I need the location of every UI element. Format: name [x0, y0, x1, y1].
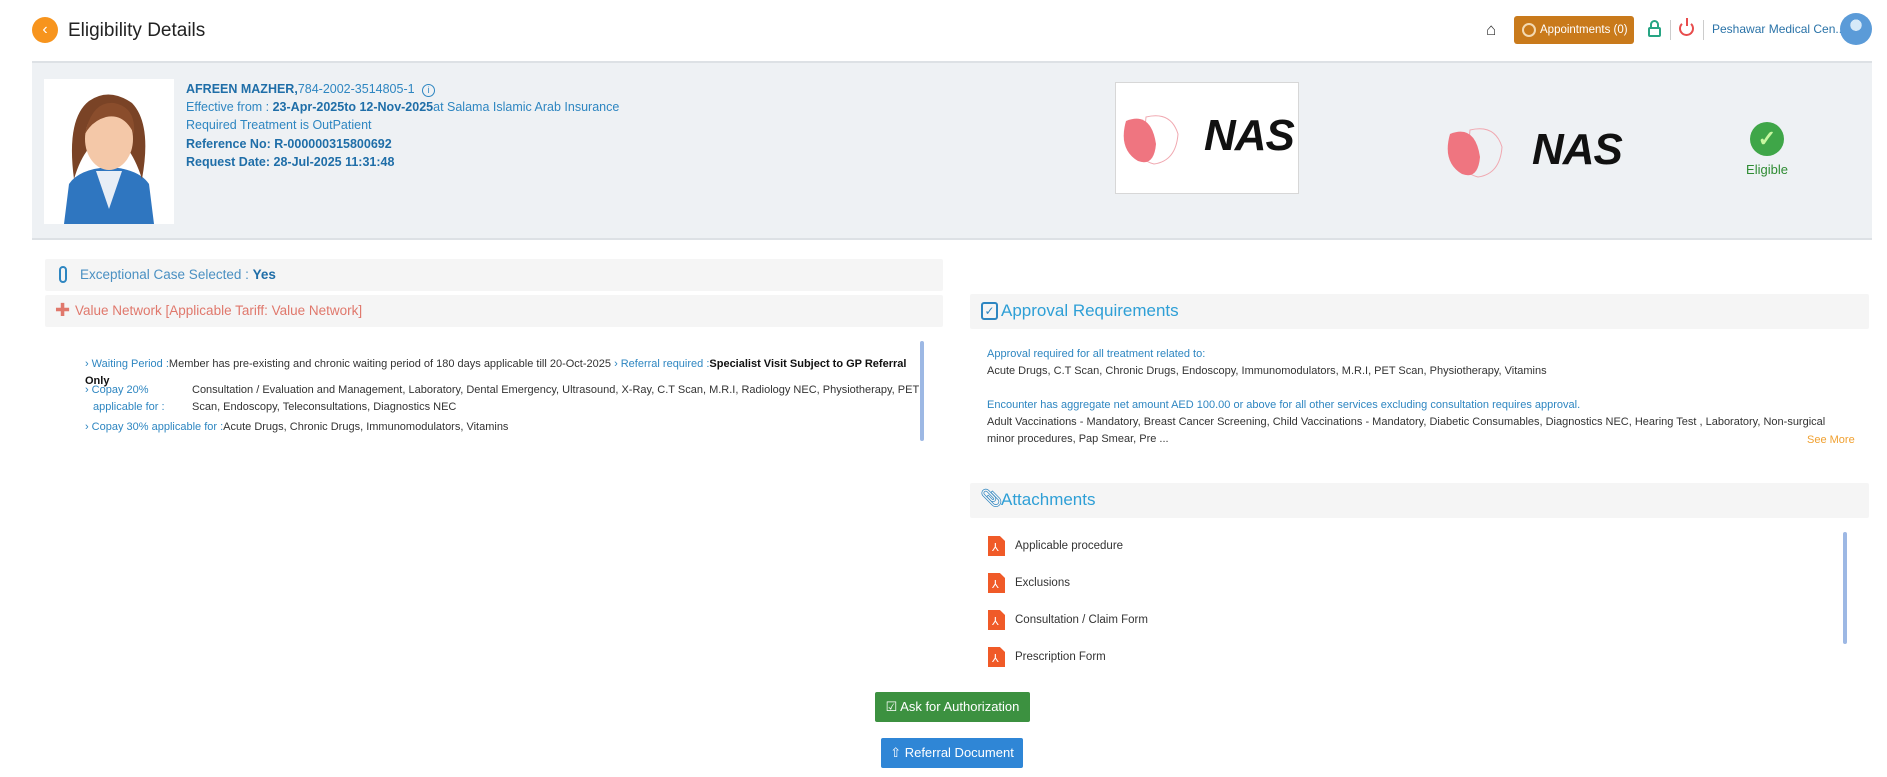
attachment-name: Applicable procedure: [1015, 540, 1124, 553]
pdf-icon: [988, 573, 1005, 593]
effective-from: 23-Apr-2025: [272, 100, 345, 115]
copay30-label: Copay 30% applicable for :: [91, 421, 224, 433]
patient-info: AFREEN MAZHER,784-2002-3514805-1 i Effec…: [186, 80, 619, 171]
copay20-label: › Copay 20% applicable for :: [85, 382, 185, 416]
copay20-label-line2: applicable for :: [93, 401, 165, 413]
request-date: Request Date: 28-Jul-2025 11:31:48: [186, 154, 395, 169]
attachment-item[interactable]: Prescription Form: [988, 647, 1106, 667]
reference-number: Reference No: R-000000315800692: [186, 136, 392, 151]
exceptional-label: Exceptional Case Selected :: [80, 267, 253, 282]
attachment-name: Consultation / Claim Form: [1015, 614, 1148, 627]
attachment-item[interactable]: Exclusions: [988, 573, 1070, 593]
appointments-icon: [1522, 23, 1536, 37]
clinic-name[interactable]: Peshawar Medical Cen...: [1712, 22, 1845, 36]
waiting-text: Member has pre-existing and chronic wait…: [168, 358, 611, 370]
copay30-row: › Copay 30% applicable for :Acute Drugs, …: [85, 421, 509, 433]
payer-logo-text: NAS: [1204, 111, 1295, 160]
exceptional-case-bar: Exceptional Case Selected : Yes: [45, 259, 943, 291]
referral-label: Referral Document: [904, 745, 1014, 760]
copay20-text: Consultation / Evaluation and Management…: [192, 384, 919, 413]
attachments-header: 📎︎ Attachments: [970, 483, 1869, 518]
home-icon[interactable]: ⌂: [1486, 20, 1496, 40]
back-button[interactable]: ‹: [32, 17, 58, 43]
benefits-scrollbar[interactable]: [920, 341, 924, 441]
attachment-name: Prescription Form: [1015, 651, 1106, 664]
network-bar: ✚ Value Network [Applicable Tariff: Valu…: [45, 295, 943, 327]
upload-icon: ⇧: [890, 745, 905, 760]
effective-to: 12-Nov-2025: [359, 100, 434, 115]
copay20-label-line1: Copay 20%: [91, 384, 149, 396]
rule2-text: Adult Vaccinations - Mandatory, Breast C…: [987, 416, 1826, 445]
power-icon[interactable]: [1679, 18, 1694, 36]
eligibility-status: ✓ Eligible: [1740, 122, 1794, 177]
pdf-icon: [988, 536, 1005, 556]
info-icon[interactable]: i: [422, 84, 436, 97]
copay30-text: Acute Drugs, Chronic Drugs, Immunomodula…: [223, 421, 509, 433]
attachment-name: Exclusions: [1015, 577, 1070, 590]
rule1-text: Acute Drugs, C.T Scan, Chronic Drugs, En…: [987, 365, 1547, 377]
check-circle-icon: ✓: [1750, 122, 1784, 156]
to-word: to: [344, 100, 360, 115]
tpa-logo: NAS: [1440, 118, 1640, 188]
waiting-label: Waiting Period :: [91, 358, 169, 370]
appointments-label: Appointments (0): [1540, 24, 1628, 36]
network-title: Value Network [Applicable Tariff: Value …: [75, 303, 363, 318]
rule2-title: Encounter has aggregate net amount AED 1…: [987, 399, 1581, 411]
treatment-type: Required Treatment is OutPatient: [186, 118, 372, 133]
divider: [1703, 20, 1704, 40]
authorize-label: Ask for Authorization: [900, 699, 1020, 714]
rule1-title: Approval required for all treatment rela…: [987, 348, 1206, 360]
paperclip-icon: 📎︎: [980, 488, 1003, 508]
ask-authorization-button[interactable]: ☑ Ask for Authorization: [875, 692, 1030, 722]
pdf-icon: [988, 610, 1005, 630]
payer-logo: NAS: [1115, 82, 1299, 194]
insurer: at Salama Islamic Arab Insurance: [433, 100, 620, 115]
patient-name: AFREEN MAZHER,: [186, 82, 298, 96]
medical-cross-icon: ✚: [55, 300, 71, 320]
approval-header: ✓ Approval Requirements: [970, 294, 1869, 329]
patient-photo: [44, 79, 174, 224]
attachment-item[interactable]: Applicable procedure: [988, 536, 1123, 556]
attachments-scrollbar[interactable]: [1843, 532, 1847, 644]
exceptional-value: Yes: [252, 267, 276, 282]
checkbox-icon: ✓: [981, 302, 998, 320]
patient-id: 784-2002-3514805-1: [297, 82, 415, 96]
approval-rules: Approval required for all treatment rela…: [987, 346, 1857, 448]
page-title: Eligibility Details: [68, 20, 206, 41]
tpa-logo-text: NAS: [1532, 125, 1623, 174]
attachments-title: Attachments: [1001, 490, 1096, 509]
divider: [1670, 20, 1671, 40]
checkbox-icon: ☑: [885, 699, 901, 714]
lock-icon[interactable]: [1648, 20, 1661, 37]
eligibility-label: Eligible: [1746, 162, 1788, 177]
effective-label: Effective from :: [186, 100, 273, 115]
attachment-item[interactable]: Consultation / Claim Form: [988, 610, 1148, 630]
referral-document-button[interactable]: ⇧ Referral Document: [881, 738, 1023, 768]
approval-title: Approval Requirements: [1001, 301, 1179, 320]
referral-label: Referral required :: [620, 358, 710, 370]
thermometer-icon: [59, 266, 67, 283]
appointments-button[interactable]: Appointments (0): [1514, 16, 1634, 44]
pdf-icon: [988, 647, 1005, 667]
user-avatar[interactable]: [1840, 13, 1872, 45]
see-more-link[interactable]: See More: [1807, 432, 1855, 449]
attachments-list: Applicable procedure Exclusions Consulta…: [970, 528, 1850, 668]
